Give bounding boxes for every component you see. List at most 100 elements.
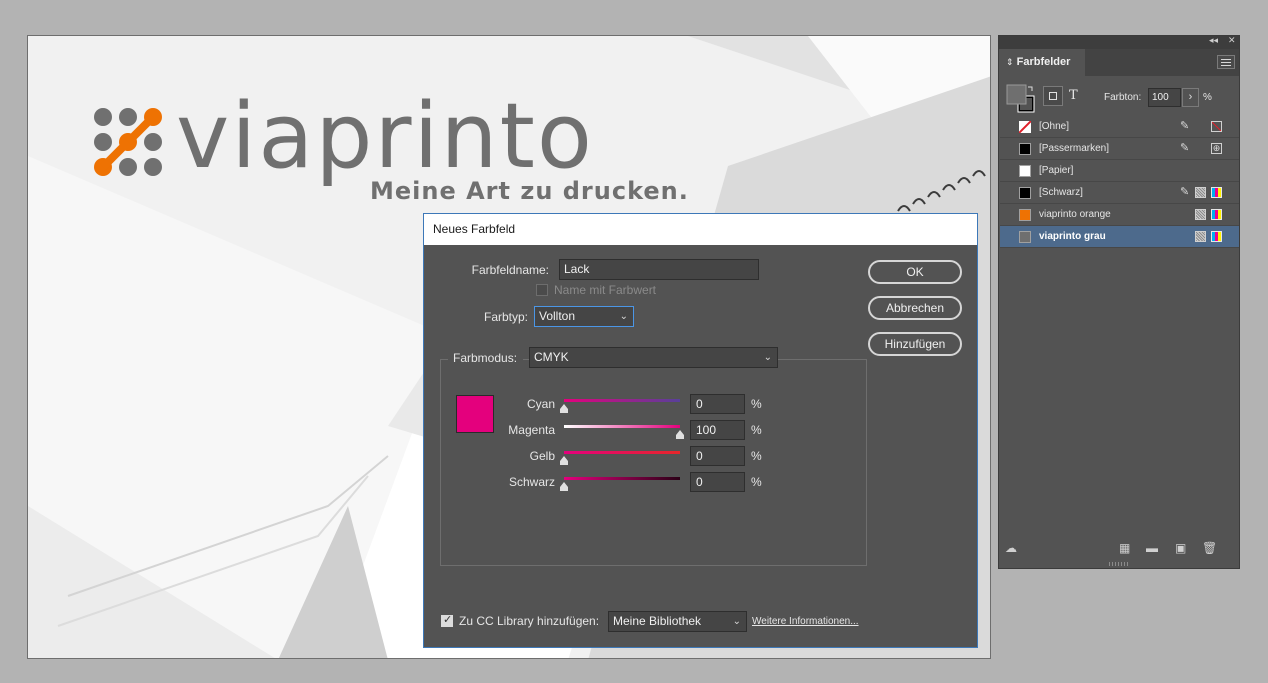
add-button[interactable]: Hinzufügen xyxy=(868,332,962,356)
chevron-down-icon: ⌄ xyxy=(763,352,772,363)
chevron-down-icon: ⌄ xyxy=(732,616,741,627)
cmyk-mode-icon xyxy=(1211,231,1222,242)
magenta-slider-thumb[interactable] xyxy=(676,430,684,439)
registration-icon: ⊕ xyxy=(1211,143,1222,154)
black-slider-thumb[interactable] xyxy=(560,482,568,491)
container-toggle[interactable] xyxy=(1043,86,1063,106)
swatches-panel: ◂◂ ✕ ⇕ Farbfelder T Farbton: 100 › % [Oh… xyxy=(998,35,1240,569)
list-item[interactable]: viaprinto grau xyxy=(1000,226,1239,248)
name-with-value-checkbox[interactable] xyxy=(536,284,548,296)
color-mode-value: CMYK xyxy=(534,350,569,364)
list-item[interactable]: [Schwarz] ✎ xyxy=(1000,182,1239,204)
list-item[interactable]: [Passermarken] ✎ ⊕ xyxy=(1000,138,1239,160)
fill-stroke-icon[interactable] xyxy=(1006,84,1036,114)
cmyk-mode-icon xyxy=(1211,187,1222,198)
color-mode-label: Farbmodus: xyxy=(448,351,524,365)
new-swatch-icon[interactable]: ▣ xyxy=(1175,541,1186,555)
swatch-chip-black xyxy=(1019,187,1031,199)
cc-library-checkbox[interactable] xyxy=(441,613,453,627)
swatch-views-icon[interactable]: ▦ xyxy=(1119,541,1130,555)
cc-library-label: Zu CC Library hinzufügen: xyxy=(459,614,600,628)
panel-menu-button[interactable] xyxy=(1217,55,1235,69)
black-label: Schwarz xyxy=(508,475,555,489)
collapse-icon[interactable]: ◂◂ xyxy=(1209,35,1218,46)
black-slider-track[interactable] xyxy=(564,477,680,480)
swatch-name: [Passermarken] xyxy=(1039,143,1110,154)
color-type-label: Farbtyp: xyxy=(483,310,528,324)
ok-button[interactable]: OK xyxy=(868,260,962,284)
magenta-label: Magenta xyxy=(508,423,555,437)
square-icon xyxy=(1049,92,1057,100)
swatch-name: [Ohne] xyxy=(1039,121,1070,132)
swatch-chip-registration xyxy=(1019,143,1031,155)
swatch-name: viaprinto grau xyxy=(1039,231,1106,242)
panel-tab-bar: ⇕ Farbfelder xyxy=(999,49,1239,76)
cancel-button[interactable]: Abbrechen xyxy=(868,296,962,320)
panel-header-bar: ◂◂ ✕ xyxy=(999,35,1239,49)
process-color-icon xyxy=(1195,231,1206,242)
new-swatch-dialog: Neues Farbfeld Farbfeldname: Lack Name m… xyxy=(423,213,978,648)
tab-swatches[interactable]: ⇕ Farbfelder xyxy=(999,49,1085,76)
logo-mark xyxy=(94,108,162,176)
list-item[interactable]: [Ohne] ✎ xyxy=(1000,116,1239,138)
panel-footer: ☁ ▦ ▬ ▣ 🗑 xyxy=(999,538,1239,560)
cyan-slider-thumb[interactable] xyxy=(560,404,568,413)
updown-icon: ⇕ xyxy=(1006,57,1014,67)
non-editable-icon: ✎ xyxy=(1180,142,1190,154)
none-type-icon xyxy=(1211,121,1222,132)
swatch-chip-paper xyxy=(1019,165,1031,177)
swatch-name: [Schwarz] xyxy=(1039,187,1083,198)
swatch-chip-orange xyxy=(1019,209,1031,221)
folder-icon[interactable]: ▬ xyxy=(1146,541,1158,555)
magenta-slider-track[interactable] xyxy=(564,425,680,428)
cyan-slider-track[interactable] xyxy=(564,399,680,402)
non-editable-icon: ✎ xyxy=(1180,186,1190,198)
list-item[interactable]: [Papier] xyxy=(1000,160,1239,182)
tint-label: Farbton: xyxy=(1104,92,1142,103)
process-color-icon xyxy=(1195,209,1206,220)
tint-input[interactable]: 100 xyxy=(1148,88,1181,107)
cyan-label: Cyan xyxy=(526,397,555,411)
black-value-input[interactable]: 0 xyxy=(690,472,745,492)
name-with-value-label: Name mit Farbwert xyxy=(554,283,657,297)
cloud-icon[interactable]: ☁ xyxy=(1005,541,1017,555)
cc-library-select[interactable]: Meine Bibliothek ⌄ xyxy=(608,611,747,632)
resize-grip[interactable] xyxy=(1109,562,1129,566)
list-item[interactable]: viaprinto orange xyxy=(1000,204,1239,226)
more-info-link[interactable]: Weitere Informationen... xyxy=(752,616,859,627)
tint-unit: % xyxy=(1203,92,1212,103)
black-unit: % xyxy=(751,475,762,489)
swatch-list: [Ohne] ✎ [Passermarken] ✎ ⊕ [Papier] [Sc… xyxy=(1000,116,1239,248)
yellow-slider-track[interactable] xyxy=(564,451,680,454)
yellow-slider-thumb[interactable] xyxy=(560,456,568,465)
tagline: Meine Art zu drucken. xyxy=(370,177,689,205)
chevron-right-icon[interactable]: › xyxy=(1182,88,1199,107)
swatch-name-input[interactable]: Lack xyxy=(559,259,759,280)
yellow-label: Gelb xyxy=(529,449,555,463)
text-toggle[interactable]: T xyxy=(1069,88,1078,103)
close-icon[interactable]: ✕ xyxy=(1228,35,1236,46)
swatch-name-label: Farbfeldname: xyxy=(471,263,549,277)
tab-swatches-label: Farbfelder xyxy=(1016,56,1071,68)
trash-icon[interactable]: 🗑 xyxy=(1202,541,1217,555)
dialog-title: Neues Farbfeld xyxy=(424,214,977,245)
color-type-value: Vollton xyxy=(539,309,576,323)
magenta-unit: % xyxy=(751,423,762,437)
cyan-value-input[interactable]: 0 xyxy=(690,394,745,414)
cc-library-value: Meine Bibliothek xyxy=(613,614,702,628)
swatch-name: viaprinto orange xyxy=(1039,209,1111,220)
chevron-down-icon: ⌄ xyxy=(619,311,628,322)
non-editable-icon: ✎ xyxy=(1180,120,1190,132)
logo-text: viaprinto xyxy=(176,84,594,189)
color-mode-select[interactable]: CMYK ⌄ xyxy=(529,347,778,368)
swatch-name: [Papier] xyxy=(1039,165,1074,176)
color-type-select[interactable]: Vollton ⌄ xyxy=(534,306,634,327)
process-color-icon xyxy=(1195,187,1206,198)
cyan-unit: % xyxy=(751,397,762,411)
swatch-chip-none xyxy=(1019,121,1031,133)
swatch-chip-grey xyxy=(1019,231,1031,243)
yellow-unit: % xyxy=(751,449,762,463)
yellow-value-input[interactable]: 0 xyxy=(690,446,745,466)
magenta-value-input[interactable]: 100 xyxy=(690,420,745,440)
cmyk-mode-icon xyxy=(1211,209,1222,220)
